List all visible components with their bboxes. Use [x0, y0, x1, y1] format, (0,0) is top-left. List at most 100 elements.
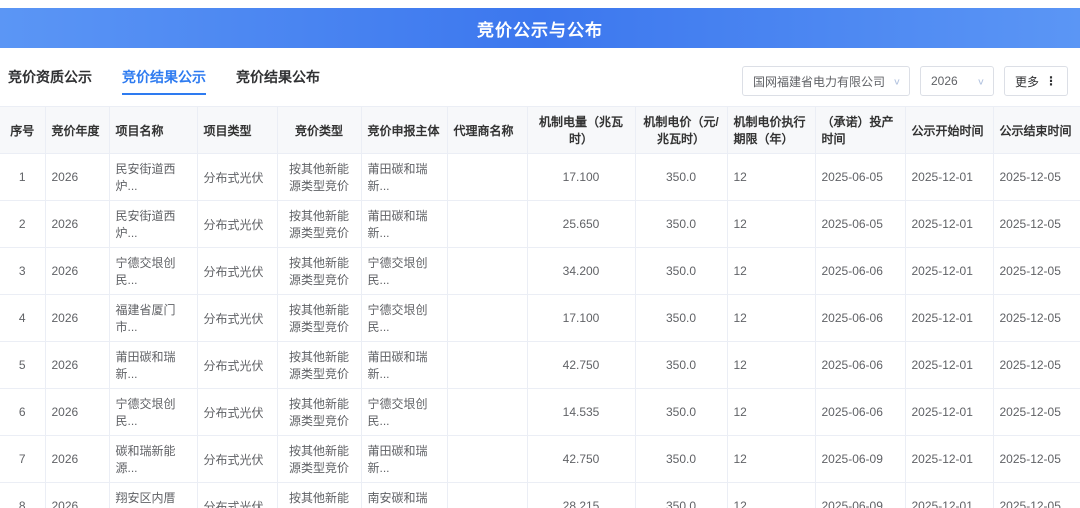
column-header: 机制电价执行期限（年）: [727, 107, 815, 154]
table-cell: [447, 248, 527, 295]
column-header: 竞价类型: [277, 107, 361, 154]
table-cell: 按其他新能源类型竞价: [277, 342, 361, 389]
table-cell: 2026: [45, 295, 109, 342]
table-cell: 2025-12-01: [905, 295, 993, 342]
table-cell: [447, 342, 527, 389]
table-cell: 350.0: [635, 483, 727, 508]
year-select[interactable]: 2026 ∨: [920, 66, 994, 96]
table-cell: [447, 154, 527, 201]
table-cell: 宁德交垠创民...: [361, 295, 447, 342]
table-cell: 莆田碳和瑞新...: [361, 201, 447, 248]
table-cell: 12: [727, 248, 815, 295]
column-header: 序号: [0, 107, 45, 154]
column-header: 公示结束时间: [993, 107, 1080, 154]
table-cell: 12: [727, 389, 815, 436]
column-header: 公示开始时间: [905, 107, 993, 154]
table-header-row: 序号竞价年度项目名称项目类型竞价类型竞价申报主体代理商名称机制电量（兆瓦时）机制…: [0, 107, 1080, 154]
table-header: 序号竞价年度项目名称项目类型竞价类型竞价申报主体代理商名称机制电量（兆瓦时）机制…: [0, 107, 1080, 154]
column-header: 竞价申报主体: [361, 107, 447, 154]
table-cell: 8: [0, 483, 45, 508]
table-cell: 2025-06-06: [815, 389, 905, 436]
table-cell: 分布式光伏: [197, 295, 277, 342]
table-cell: 25.650: [527, 201, 635, 248]
table-cell: 17.100: [527, 154, 635, 201]
tab-bidding-result-publicity[interactable]: 竞价结果公示: [122, 67, 206, 95]
table-body: 12026民安街道西炉...分布式光伏按其他新能源类型竞价莆田碳和瑞新...17…: [0, 154, 1080, 508]
table-cell: 2025-12-05: [993, 389, 1080, 436]
table-cell: 2025-12-05: [993, 483, 1080, 508]
table-cell: 42.750: [527, 342, 635, 389]
column-header: 机制电价（元/兆瓦时）: [635, 107, 727, 154]
table-cell: 350.0: [635, 154, 727, 201]
table-cell: 12: [727, 154, 815, 201]
table-cell: 5: [0, 342, 45, 389]
table-cell: 按其他新能源类型竞价: [277, 389, 361, 436]
table-row[interactable]: 22026民安街道西炉...分布式光伏按其他新能源类型竞价莆田碳和瑞新...25…: [0, 201, 1080, 248]
table-cell: 2026: [45, 389, 109, 436]
table-row[interactable]: 12026民安街道西炉...分布式光伏按其他新能源类型竞价莆田碳和瑞新...17…: [0, 154, 1080, 201]
table-cell: 6: [0, 389, 45, 436]
tab-bidding-result-publish[interactable]: 竞价结果公布: [236, 67, 320, 95]
table-cell: 民安街道西炉...: [109, 154, 197, 201]
column-header: 机制电量（兆瓦时）: [527, 107, 635, 154]
more-button-label: 更多: [1015, 73, 1039, 90]
column-header: 竞价年度: [45, 107, 109, 154]
table-row[interactable]: 72026碳和瑞新能源...分布式光伏按其他新能源类型竞价莆田碳和瑞新...42…: [0, 436, 1080, 483]
table-cell: 350.0: [635, 342, 727, 389]
table-cell: 2025-06-06: [815, 248, 905, 295]
table-cell: 2026: [45, 201, 109, 248]
table-cell: 碳和瑞新能源...: [109, 436, 197, 483]
year-select-value: 2026: [931, 74, 958, 88]
table-cell: 350.0: [635, 436, 727, 483]
table-cell: 17.100: [527, 295, 635, 342]
table-cell: 2025-12-05: [993, 154, 1080, 201]
table-cell: 2025-06-06: [815, 295, 905, 342]
column-header: 项目类型: [197, 107, 277, 154]
table-cell: 12: [727, 483, 815, 508]
table-cell: 宁德交垠创民...: [361, 389, 447, 436]
table-cell: 按其他新能源类型竞价: [277, 248, 361, 295]
table-cell: 宁德交垠创民...: [361, 248, 447, 295]
table-cell: 莆田碳和瑞新...: [361, 342, 447, 389]
table-cell: 2026: [45, 248, 109, 295]
table-cell: 2025-12-01: [905, 248, 993, 295]
table-cell: 南安碳和瑞盈...: [361, 483, 447, 508]
table-row[interactable]: 52026莆田碳和瑞新...分布式光伏按其他新能源类型竞价莆田碳和瑞新...42…: [0, 342, 1080, 389]
table-cell: 2025-12-05: [993, 295, 1080, 342]
top-strip: [0, 0, 1080, 8]
table-cell: 福建省厦门市...: [109, 295, 197, 342]
tab-bidding-qualification[interactable]: 竞价资质公示: [8, 67, 92, 95]
table-cell: 42.750: [527, 436, 635, 483]
table-cell: 按其他新能源类型竞价: [277, 154, 361, 201]
table-cell: 12: [727, 436, 815, 483]
table-cell: 14.535: [527, 389, 635, 436]
more-button[interactable]: 更多 ⋮: [1004, 66, 1068, 96]
table-cell: 12: [727, 201, 815, 248]
table-cell: 2025-06-05: [815, 154, 905, 201]
table-cell: 分布式光伏: [197, 389, 277, 436]
table-cell: 分布式光伏: [197, 201, 277, 248]
table-cell: 分布式光伏: [197, 342, 277, 389]
tab-bar: 竞价资质公示 竞价结果公示 竞价结果公布: [8, 67, 320, 95]
table-cell: 1: [0, 154, 45, 201]
table-cell: 莆田碳和瑞新...: [109, 342, 197, 389]
table-cell: 2025-12-05: [993, 201, 1080, 248]
table-cell: 350.0: [635, 248, 727, 295]
table-cell: 翔安区内厝镇...: [109, 483, 197, 508]
table-cell: 7: [0, 436, 45, 483]
company-select[interactable]: 国网福建省电力有限公司 ∨: [742, 66, 910, 96]
table-cell: [447, 436, 527, 483]
table-row[interactable]: 62026宁德交垠创民...分布式光伏按其他新能源类型竞价宁德交垠创民...14…: [0, 389, 1080, 436]
table-cell: 12: [727, 295, 815, 342]
table-row[interactable]: 42026福建省厦门市...分布式光伏按其他新能源类型竞价宁德交垠创民...17…: [0, 295, 1080, 342]
table-cell: 2026: [45, 342, 109, 389]
column-header: 项目名称: [109, 107, 197, 154]
table-row[interactable]: 82026翔安区内厝镇...分布式光伏按其他新能源类型竞价南安碳和瑞盈...28…: [0, 483, 1080, 508]
table-row[interactable]: 32026宁德交垠创民...分布式光伏按其他新能源类型竞价宁德交垠创民...34…: [0, 248, 1080, 295]
table-cell: 2025-12-05: [993, 248, 1080, 295]
table-cell: 2025-12-01: [905, 483, 993, 508]
table-cell: 3: [0, 248, 45, 295]
page-title: 竞价公示与公布: [477, 16, 603, 41]
table-cell: 按其他新能源类型竞价: [277, 436, 361, 483]
table-cell: 34.200: [527, 248, 635, 295]
